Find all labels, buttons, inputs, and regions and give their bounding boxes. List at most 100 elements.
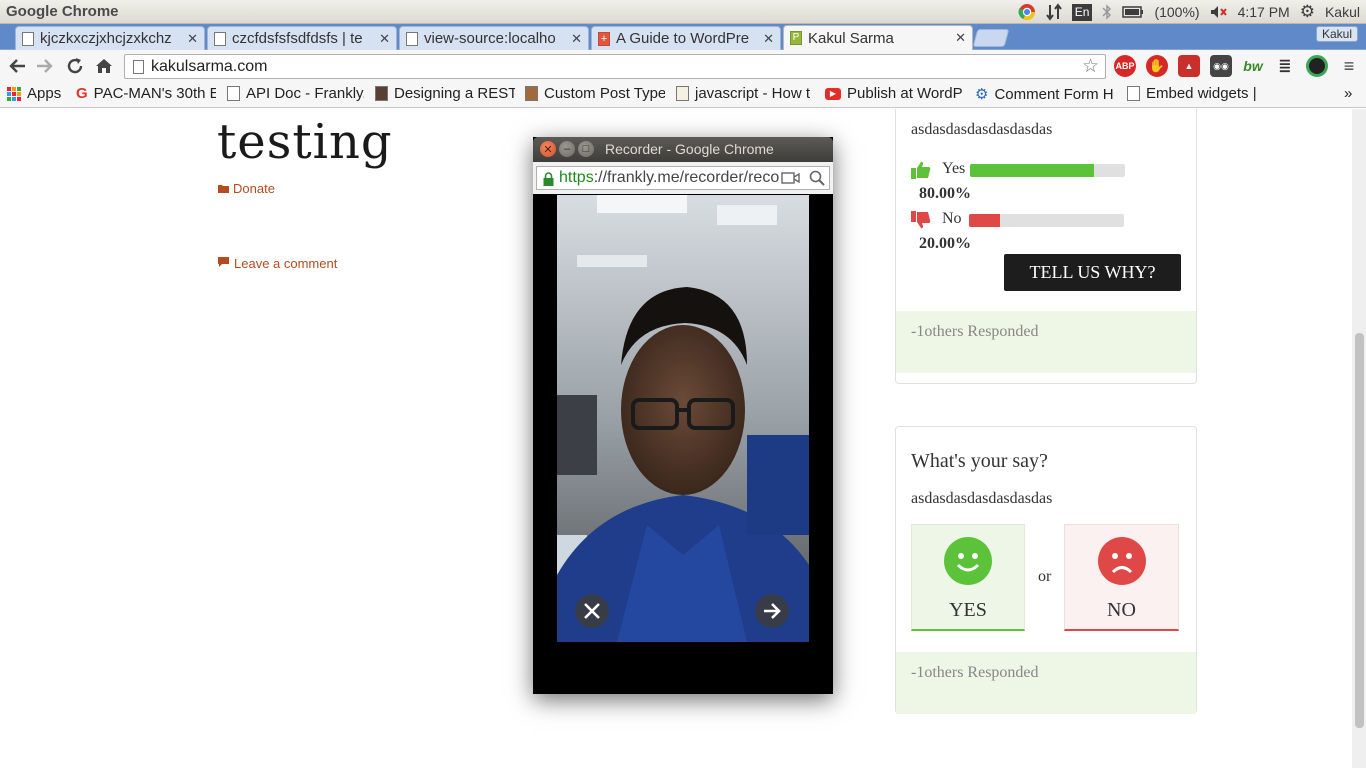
close-tab-icon[interactable]: ✕ [379,31,390,47]
vote-yes-label: YES [949,599,987,621]
close-tab-icon[interactable]: ✕ [955,30,966,46]
back-arrow-icon[interactable] [6,56,28,76]
bookmark-label: javascript - How t [695,85,811,102]
category-link[interactable]: Donate [218,181,275,196]
close-tab-icon[interactable]: ✕ [763,31,774,47]
option-label: Yes [942,160,966,177]
bookmark-label: Apps [27,85,62,102]
stop-icon[interactable]: ✋ [1146,55,1168,77]
menu-hamburger-icon[interactable]: ≡ [1338,55,1360,77]
avatar-favicon-icon [375,86,388,101]
bookmark-label: API Doc - Frankly. [246,85,364,102]
page-icon [22,31,34,46]
bookmark-item[interactable]: Embed widgets | [1127,85,1267,102]
profile-badge[interactable]: Kakul [1315,26,1358,42]
extension-red-icon[interactable]: ▲ [1178,55,1200,77]
forward-arrow-icon[interactable] [34,56,56,76]
browser-tab-strip: kjczkxczjxhcjzxkchz ✕ czcfdsfsfsdfdsfs |… [0,24,1366,50]
battery-icon[interactable] [1122,6,1144,18]
bookmark-item[interactable]: API Doc - Frankly. [227,85,364,102]
smiley-face-icon [944,537,992,590]
yes-progress-bar [970,164,1125,177]
post-title: testing [217,114,393,170]
webcam-frame-image [557,195,809,642]
popup-url-field[interactable]: https://frankly.me/recorder/reco [536,166,830,190]
p-favicon-icon: P [790,31,802,45]
chrome-circle-icon[interactable] [1306,55,1328,77]
yes-bar-fill [970,164,1094,177]
bluetooth-icon[interactable] [1102,4,1112,20]
page-scrollbar[interactable] [1352,109,1366,768]
popup-window-title: Recorder - Google Chrome [605,141,774,157]
bookmark-apps[interactable]: Apps [7,85,61,102]
extension-glasses-icon[interactable]: ◉◉ [1210,55,1232,77]
poll-vote-widget: What's your say? asdasdasdasdasdasdas YE… [895,426,1197,714]
active-app-name: Google Chrome [6,3,119,20]
browser-toolbar: kakulsarma.com ☆ ABP ✋ ▲ ◉◉ bw ≣ ≡ [0,50,1366,82]
sad-face-icon [1098,537,1146,590]
bookmarks-overflow-button[interactable]: » [1344,85,1352,102]
chrome-tray-icon[interactable] [1018,3,1036,21]
tab-title: kjczkxczjxhcjzxkchz [40,30,172,47]
bookmark-item[interactable]: G PAC-MAN's 30th E [76,85,216,102]
responded-count: -1others Responded [896,311,1196,373]
minimize-window-icon[interactable]: – [559,141,575,157]
page-icon [1127,86,1140,101]
address-bar[interactable]: kakulsarma.com ☆ [124,54,1106,79]
close-recording-button[interactable] [575,594,609,628]
comment-link[interactable]: Leave a comment [217,256,337,271]
extension-tree-icon[interactable]: ≣ [1274,55,1296,77]
next-arrow-button[interactable] [755,594,789,628]
search-zoom-icon[interactable] [809,167,825,189]
scrollbar-thumb[interactable] [1355,333,1364,728]
browser-tab[interactable]: kjczkxczjxhcjzxkchz ✕ [15,26,205,50]
bookmark-item[interactable]: Custom Post Type [525,85,665,102]
new-tab-button[interactable] [972,29,1010,47]
close-window-icon[interactable]: ✕ [540,141,556,157]
bookmark-item[interactable]: ⚙ Comment Form H [975,85,1115,104]
or-separator: or [1038,568,1052,585]
address-bar-url[interactable]: kakulsarma.com [151,58,267,75]
close-tab-icon[interactable]: ✕ [187,31,198,47]
bookmark-label: Embed widgets | [1146,85,1257,102]
url-scheme: https [559,169,594,186]
thumbs-up-icon [911,161,931,184]
network-transfer-icon[interactable] [1045,3,1062,21]
maximize-window-icon[interactable]: □ [578,141,594,157]
browser-tab[interactable]: + A Guide to WordPre ✕ [591,26,781,50]
browser-tab-active[interactable]: P Kakul Sarma ✕ [783,25,973,50]
tell-us-why-button[interactable]: TELL US WHY? [1004,254,1181,291]
vote-yes-button[interactable]: YES [911,524,1025,631]
vote-no-button[interactable]: NO [1064,524,1179,631]
bw-icon[interactable]: bw [1242,55,1264,77]
browser-tab[interactable]: view-source:localho ✕ [399,26,589,50]
clock[interactable]: 4:17 PM [1238,4,1290,20]
page-icon [214,31,226,46]
option-label: No [942,210,962,227]
bookmark-star-icon[interactable]: ☆ [1082,55,1099,78]
keyboard-layout-indicator[interactable]: En [1071,3,1093,21]
home-icon[interactable] [93,56,115,76]
close-tab-icon[interactable]: ✕ [571,31,582,47]
red-cross-favicon-icon: + [598,31,610,46]
settings-gear-icon[interactable]: ⚙ [1300,2,1315,22]
poll-question: asdasdasdasdasdasdas [911,121,1053,138]
user-name[interactable]: Kakul [1325,4,1360,20]
popup-title-bar[interactable]: ✕ – □ Recorder - Google Chrome [533,137,833,162]
bookmark-item[interactable]: javascript - How t [676,85,816,102]
bookmark-label: Custom Post Type [544,85,665,102]
battery-percent: (100%) [1154,4,1200,20]
poll-results-widget: asdasdasdasdasdasdas Yes 80.00% No 20.00… [895,109,1197,384]
bookmark-label: Comment Form H [994,85,1114,103]
browser-tab[interactable]: czcfdsfsfsdfdsfs | te ✕ [207,26,397,50]
camera-icon[interactable] [781,167,807,189]
no-bar-fill [969,214,1000,227]
bookmark-item[interactable]: ▶ Publish at WordP [825,85,965,102]
comment-bubble-icon [217,256,230,271]
poll-question: asdasdasdasdasdasdas [911,490,1053,507]
comment-label: Leave a comment [234,256,338,271]
reload-icon[interactable] [64,56,86,76]
adblock-plus-icon[interactable]: ABP [1114,55,1136,77]
volume-muted-icon[interactable] [1210,5,1228,19]
bookmark-item[interactable]: Designing a REST [375,85,515,102]
